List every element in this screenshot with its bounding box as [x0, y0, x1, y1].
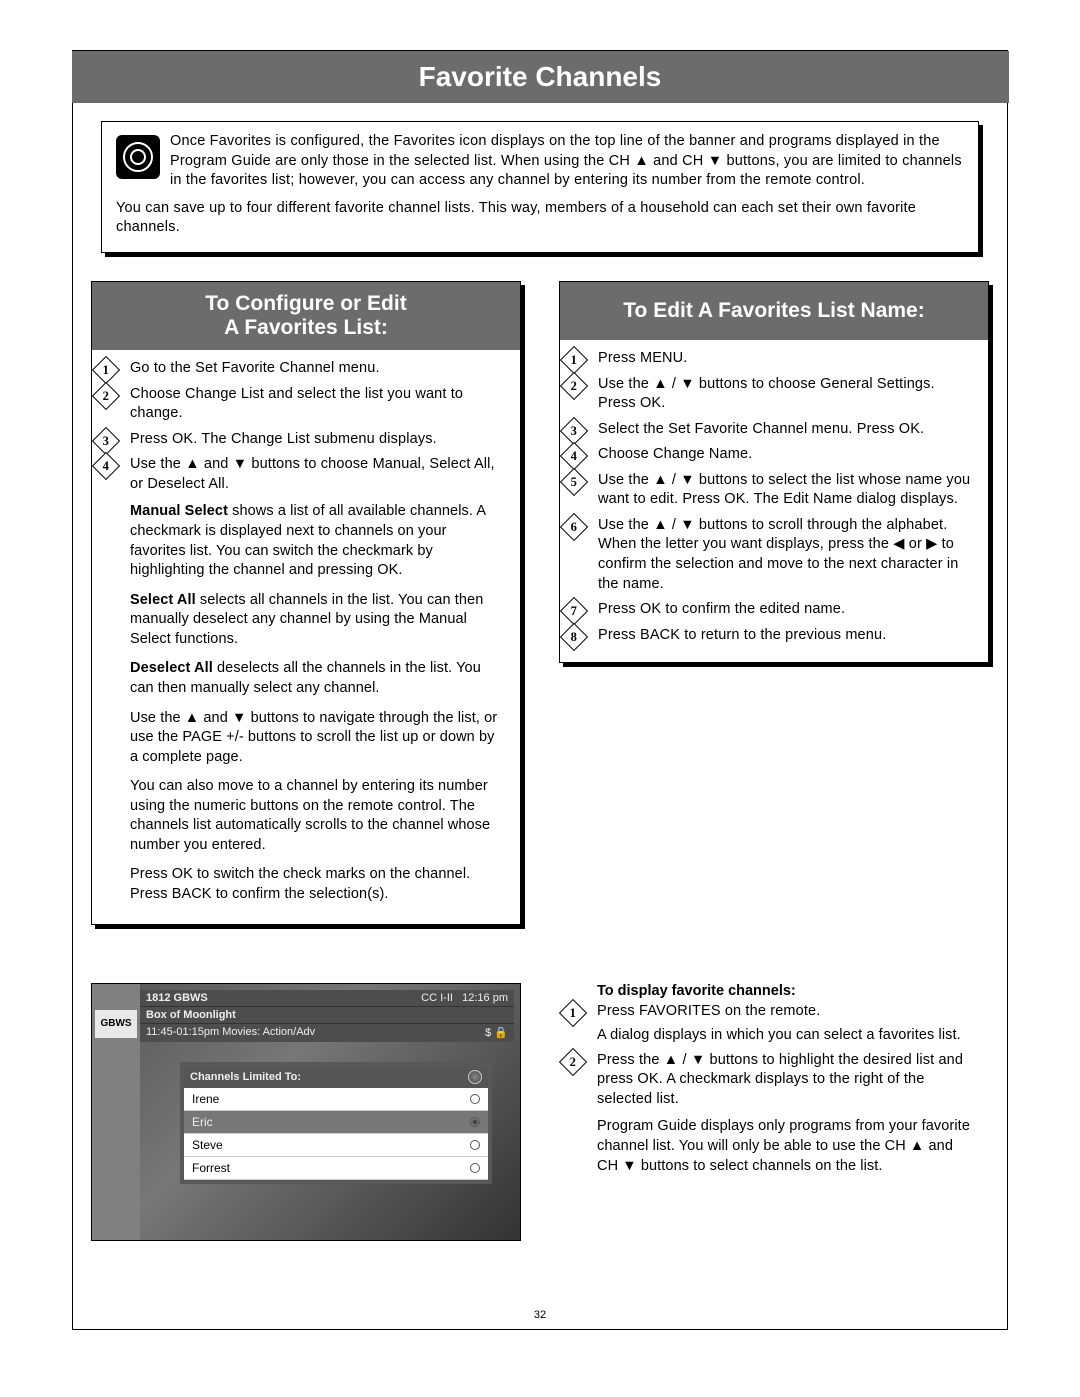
manual-select-para: Manual Select shows a list of all availa…	[92, 497, 520, 585]
editname-section: To Edit A Favorites List Name: 1Press ME…	[559, 281, 989, 663]
step-2-text: Choose Change List and select the list y…	[130, 386, 463, 422]
r-step-5-text: Use the ▲ / ▼ buttons to select the list…	[598, 472, 970, 508]
guide-dialog-target-icon	[468, 1070, 482, 1084]
display-favorites-col: To display favorite channels: 1Press FAV…	[559, 983, 989, 1241]
intro-box: Once Favorites is configured, the Favori…	[101, 121, 979, 253]
select-all-para: Select All selects all channels in the l…	[92, 586, 520, 655]
select-all-bold: Select All	[130, 592, 196, 608]
configure-heading-line2: A Favorites List:	[224, 316, 388, 339]
editname-column: To Edit A Favorites List Name: 1Press ME…	[559, 281, 989, 925]
guide-banner: 1812 GBWS CC I-II 12:16 pm Box of Moonli…	[140, 990, 514, 1042]
numeric-para: You can also move to a channel by enteri…	[92, 772, 520, 860]
intro-paragraph-2: You can save up to four different favori…	[116, 199, 964, 238]
editname-steps: 1Press MENU. 2Use the ▲ / ▼ buttons to c…	[560, 346, 988, 648]
nav-para: Use the ▲ and ▼ buttons to navigate thro…	[92, 704, 520, 773]
bottom-row: GBWS 1812 GBWS CC I-II 12:16 pm Box of M…	[73, 983, 1007, 1241]
r-step-4-text: Choose Change Name.	[598, 446, 752, 462]
guide-dialog: Channels Limited To: Irene Eric Steve Fo…	[180, 1062, 492, 1184]
guide-screenshot: GBWS 1812 GBWS CC I-II 12:16 pm Box of M…	[91, 983, 521, 1241]
configure-heading-line1: To Configure or Edit	[205, 292, 406, 315]
r-step-7-text: Press OK to confirm the edited name.	[598, 601, 845, 617]
step-3-text: Press OK. The Change List submenu displa…	[130, 431, 437, 447]
list-item: Irene	[184, 1088, 488, 1111]
deselect-all-bold: Deselect All	[130, 660, 213, 676]
r-step-1-text: Press MENU.	[598, 350, 687, 366]
page-frame: Favorite Channels Once Favorites is conf…	[72, 50, 1008, 1330]
d-step-2: 2Press the ▲ / ▼ buttons to highlight th…	[559, 1048, 989, 1113]
r-step-3-text: Select the Set Favorite Channel menu. Pr…	[598, 421, 924, 437]
r-step-5: 5Use the ▲ / ▼ buttons to select the lis…	[560, 468, 988, 513]
list-item: Steve	[184, 1134, 488, 1157]
manual-select-bold: Manual Select	[130, 503, 228, 519]
guide-dollar-icon: $ 🔒	[485, 1026, 508, 1039]
r-step-1: 1Press MENU.	[560, 346, 988, 372]
r-step-8-text: Press BACK to return to the previous men…	[598, 627, 886, 643]
display-tail: Program Guide displays only programs fro…	[559, 1112, 989, 1181]
d-step-1-text: Press FAVORITES on the remote.	[597, 1003, 820, 1019]
step-1-text: Go to the Set Favorite Channel menu.	[130, 360, 380, 376]
page-number: 32	[73, 1309, 1007, 1321]
editname-heading: To Edit A Favorites List Name:	[560, 282, 988, 340]
guide-cc-clock: CC I-II 12:16 pm	[421, 992, 508, 1004]
r-step-2-text: Use the ▲ / ▼ buttons to choose General …	[598, 376, 935, 412]
configure-column: To Configure or Edit A Favorites List: 1…	[91, 281, 521, 925]
step-2: 2Choose Change List and select the list …	[92, 382, 520, 427]
r-step-7: 7Press OK to confirm the edited name.	[560, 597, 988, 623]
r-step-6: 6Use the ▲ / ▼ buttons to scroll through…	[560, 513, 988, 597]
step-4-text: Use the ▲ and ▼ buttons to choose Manual…	[130, 456, 495, 492]
display-heading: To display favorite channels:	[559, 983, 989, 999]
configure-steps: 1Go to the Set Favorite Channel menu. 2C…	[92, 356, 520, 497]
page-title: Favorite Channels	[72, 51, 1009, 103]
r-step-3: 3Select the Set Favorite Channel menu. P…	[560, 417, 988, 443]
list-item: Forrest	[184, 1157, 488, 1180]
favorites-icon	[116, 135, 160, 179]
r-step-2: 2Use the ▲ / ▼ buttons to choose General…	[560, 372, 988, 417]
r-step-6-text: Use the ▲ / ▼ buttons to scroll through …	[598, 517, 958, 592]
guide-screenshot-col: GBWS 1812 GBWS CC I-II 12:16 pm Box of M…	[91, 983, 521, 1241]
d-step-1b: A dialog displays in which you can selec…	[559, 1024, 989, 1048]
step-3: 3Press OK. The Change List submenu displ…	[92, 427, 520, 453]
configure-heading: To Configure or Edit A Favorites List:	[92, 282, 520, 350]
list-item: Eric	[184, 1111, 488, 1134]
r-step-4: 4Choose Change Name.	[560, 442, 988, 468]
deselect-all-para: Deselect All deselects all the channels …	[92, 654, 520, 703]
guide-dialog-title: Channels Limited To:	[190, 1071, 301, 1083]
configure-section: To Configure or Edit A Favorites List: 1…	[91, 281, 521, 925]
guide-logo: GBWS	[95, 1010, 137, 1038]
guide-time-genre: 11:45-01:15pm Movies: Action/Adv	[146, 1026, 315, 1039]
step-4: 4Use the ▲ and ▼ buttons to choose Manua…	[92, 452, 520, 497]
ok-para: Press OK to switch the check marks on th…	[92, 860, 520, 909]
guide-channel: 1812 GBWS	[146, 992, 208, 1004]
guide-program: Box of Moonlight	[146, 1009, 236, 1021]
step-1: 1Go to the Set Favorite Channel menu.	[92, 356, 520, 382]
intro-paragraph-1: Once Favorites is configured, the Favori…	[116, 132, 964, 191]
guide-name-list: Irene Eric Steve Forrest	[184, 1088, 488, 1180]
columns: To Configure or Edit A Favorites List: 1…	[73, 281, 1007, 925]
d-step-1: 1Press FAVORITES on the remote.	[559, 999, 989, 1025]
r-step-8: 8Press BACK to return to the previous me…	[560, 623, 988, 649]
d-step-2-text: Press the ▲ / ▼ buttons to highlight the…	[597, 1052, 963, 1107]
